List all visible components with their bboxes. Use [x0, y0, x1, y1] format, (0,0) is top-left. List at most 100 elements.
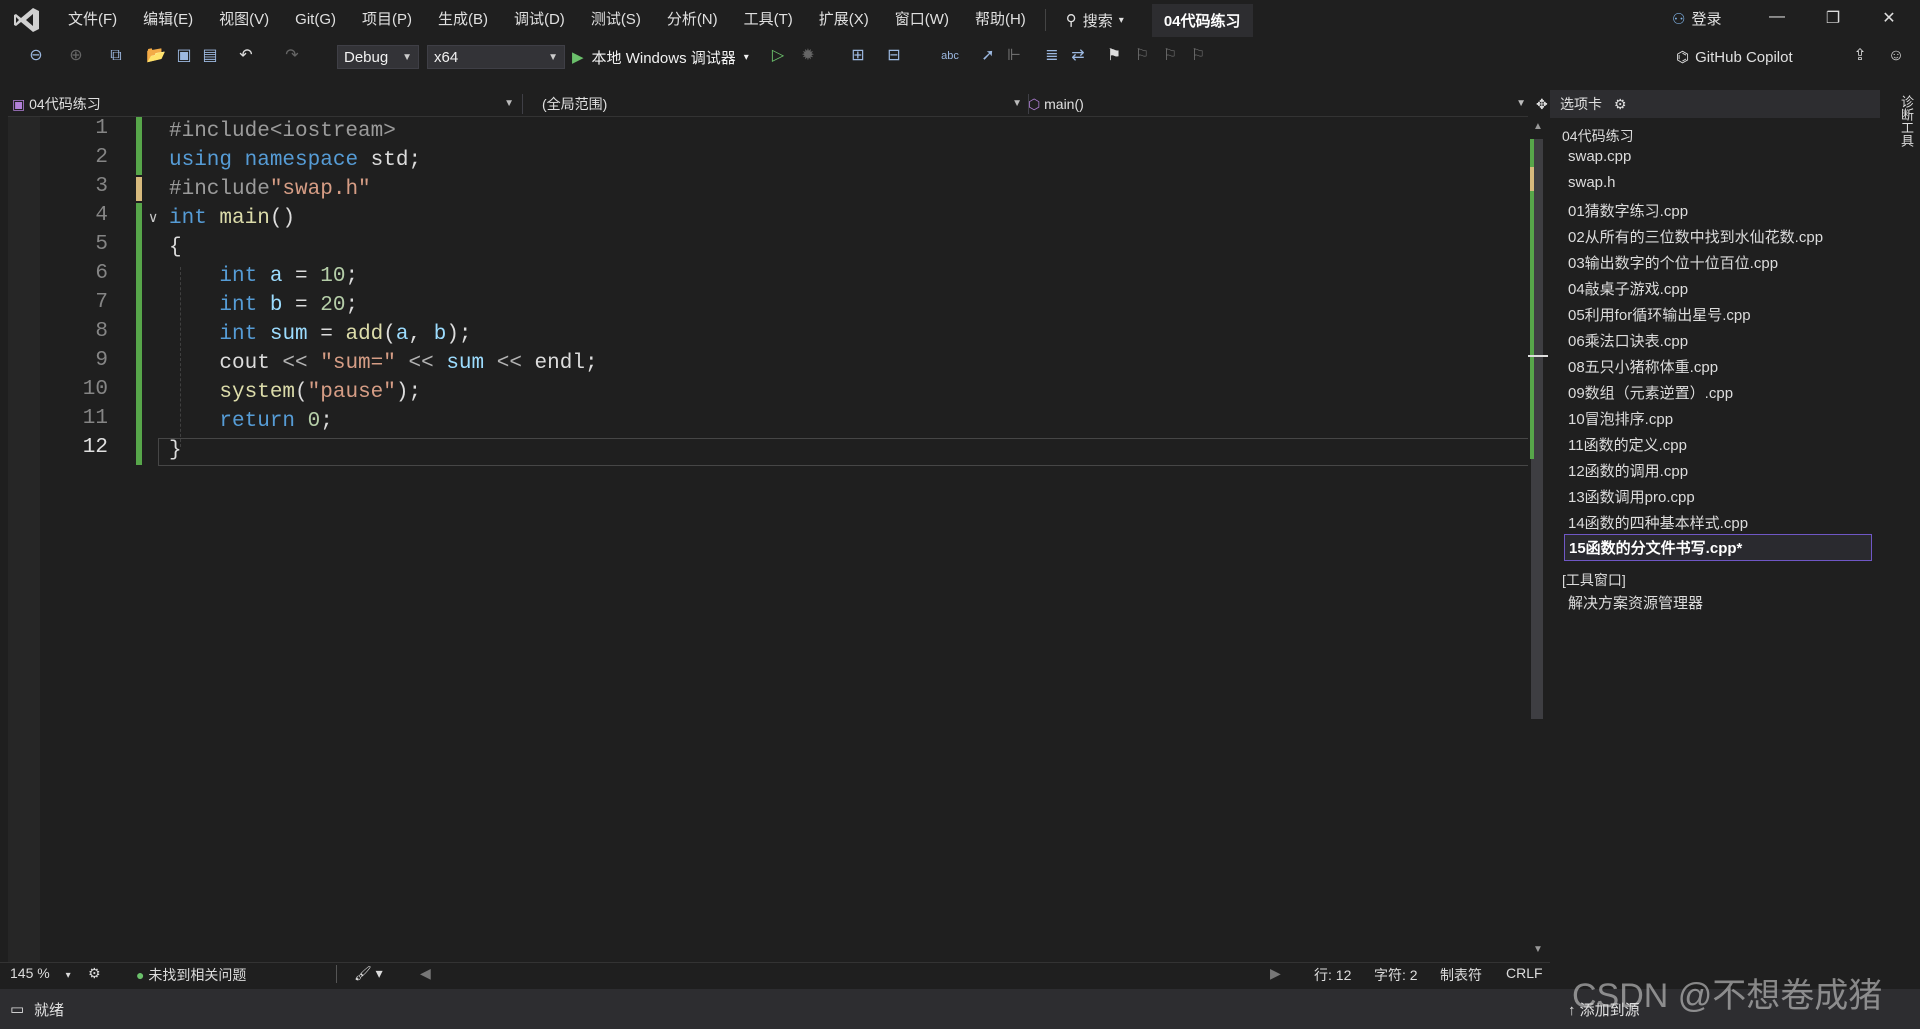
- open-file-item[interactable]: 14函数的四种基本样式.cpp: [1568, 512, 1748, 533]
- issues-indicator[interactable]: ● 未找到相关问题: [136, 965, 246, 985]
- comment-icon[interactable]: ≣: [1042, 46, 1062, 66]
- platform-select[interactable]: x64 ▼: [427, 45, 565, 69]
- spell-check-icon[interactable]: abc: [940, 46, 960, 66]
- scope-dropdown[interactable]: (全局范围) ▼: [542, 94, 1026, 114]
- menu-item[interactable]: 生成(B): [425, 0, 501, 40]
- hot-reload-icon[interactable]: ✹: [798, 46, 818, 66]
- close-icon[interactable]: ✕: [1874, 8, 1904, 28]
- line-ending-indicator[interactable]: CRLF: [1506, 965, 1543, 981]
- intellicode-icon[interactable]: ⚙: [88, 965, 101, 982]
- new-item-icon[interactable]: ⧉: [106, 46, 126, 66]
- feedback-icon[interactable]: ☺: [1886, 46, 1906, 66]
- menu-item[interactable]: 分析(N): [654, 0, 731, 40]
- undo-icon[interactable]: ↶: [236, 46, 256, 66]
- member-dropdown[interactable]: ⬡ main() ▼: [1028, 94, 1530, 114]
- menu-item[interactable]: 项目(P): [349, 0, 425, 40]
- format-icon[interactable]: ⊩: [1004, 46, 1024, 66]
- search-button[interactable]: ⚲ 搜索 ▾: [1052, 10, 1138, 31]
- save-icon[interactable]: ▣: [174, 46, 194, 66]
- active-file-item[interactable]: 15函数的分文件书写.cpp*: [1564, 534, 1872, 561]
- menu-item[interactable]: 编辑(E): [130, 0, 206, 40]
- open-file-item[interactable]: 05利用for循环输出星号.cpp: [1568, 304, 1751, 325]
- menu-item[interactable]: 文件(F): [55, 0, 130, 40]
- scroll-right-icon[interactable]: ▶: [1270, 965, 1281, 982]
- scroll-down-icon[interactable]: ▼: [1533, 944, 1543, 955]
- menu-item[interactable]: 调试(D): [501, 0, 578, 40]
- line-number: 12: [82, 436, 108, 459]
- bookmark-icon[interactable]: ⚑: [1104, 46, 1124, 66]
- gear-icon[interactable]: ⚙: [1614, 96, 1627, 112]
- menu-item[interactable]: 视图(V): [206, 0, 282, 40]
- open-folder-icon[interactable]: 📂: [146, 46, 166, 66]
- menu-item[interactable]: Git(G): [282, 0, 349, 40]
- platform-value: x64: [434, 49, 459, 66]
- code-token: std;: [358, 149, 422, 172]
- configuration-select[interactable]: Debug ▼: [337, 45, 419, 69]
- open-file-item[interactable]: 09数组（元素逆置）.cpp: [1568, 382, 1733, 403]
- collapse-chevron-icon[interactable]: ∨: [148, 209, 158, 226]
- open-file-item[interactable]: 10冒泡排序.cpp: [1568, 408, 1673, 429]
- solution-explorer-item[interactable]: 解决方案资源管理器: [1568, 592, 1703, 613]
- restore-icon[interactable]: ❐: [1818, 8, 1848, 28]
- menu-item[interactable]: 扩展(X): [806, 0, 882, 40]
- open-file-item[interactable]: 04敲桌子游戏.cpp: [1568, 278, 1688, 299]
- browse-icon[interactable]: ⊞: [848, 46, 868, 66]
- bookmark-clear-icon[interactable]: ⚐: [1188, 46, 1208, 66]
- zoom-level[interactable]: 145 % ▾: [10, 965, 71, 981]
- menu-item[interactable]: 工具(T): [731, 0, 806, 40]
- method-icon: ⬡: [1028, 96, 1041, 112]
- code-token: int: [219, 294, 258, 317]
- open-file-item[interactable]: 11函数的定义.cpp: [1568, 434, 1687, 455]
- github-copilot-button[interactable]: ⌬ GitHub Copilot: [1676, 48, 1793, 67]
- navigate-back-icon[interactable]: ⊖: [26, 46, 46, 66]
- open-file-item[interactable]: 12函数的调用.cpp: [1568, 460, 1688, 481]
- share-icon[interactable]: ⇪: [1850, 46, 1870, 66]
- open-file-item[interactable]: 03输出数字的个位十位百位.cpp: [1568, 252, 1778, 273]
- menu-item[interactable]: 窗口(W): [882, 0, 962, 40]
- window-layout-icon[interactable]: ⊟: [884, 46, 904, 66]
- bookmark-prev-icon[interactable]: ⚐: [1132, 46, 1152, 66]
- pointer-icon[interactable]: ➚: [978, 46, 998, 66]
- code-token: using: [169, 149, 233, 172]
- uncomment-icon[interactable]: ⇄: [1068, 46, 1088, 66]
- editor-status-bar: 145 % ▾ ⚙ ● 未找到相关问题 🖌 ▾ ◀ ▶ 行: 12 字符: 2 …: [0, 962, 1550, 985]
- line-indicator[interactable]: 行: 12: [1314, 965, 1351, 985]
- start-debugging-button[interactable]: ▶ 本地 Windows 调试器 ▾: [572, 45, 749, 69]
- open-file-item[interactable]: 13函数调用pro.cpp: [1568, 486, 1695, 507]
- code-editor[interactable]: 1 2 3 4 5 6 7 8 9 10 11 12 ∨ #include<iostream> usin…: [8, 117, 1530, 962]
- open-file-item[interactable]: 02从所有的三位数中找到水仙花数.cpp: [1568, 226, 1823, 247]
- code-token: (): [269, 207, 296, 230]
- visual-studio-logo-icon[interactable]: [13, 6, 41, 34]
- vertical-scrollbar[interactable]: ▲ ▼: [1528, 117, 1548, 962]
- code-token: namespace: [244, 149, 359, 172]
- status-icon: ▭: [10, 1001, 25, 1018]
- open-file-item[interactable]: 06乘法口诀表.cpp: [1568, 330, 1688, 351]
- scroll-left-icon[interactable]: ◀: [420, 965, 431, 982]
- bookmark-next-icon[interactable]: ⚐: [1160, 46, 1180, 66]
- line-number: 3: [95, 175, 108, 198]
- redo-icon[interactable]: ↷: [282, 46, 302, 66]
- save-all-icon[interactable]: ▤: [200, 46, 220, 66]
- open-file-item[interactable]: 01猜数字练习.cpp: [1568, 200, 1688, 221]
- code-token: sum: [446, 352, 485, 375]
- menu-item[interactable]: 帮助(H): [962, 0, 1039, 40]
- minimize-icon[interactable]: —: [1762, 8, 1792, 26]
- cleanup-icon[interactable]: 🖌 ▾: [354, 965, 383, 982]
- open-file-item[interactable]: 08五只小猪称体重.cpp: [1568, 356, 1718, 377]
- panel-title: 选项卡: [1560, 96, 1602, 112]
- scroll-up-icon[interactable]: ▲: [1533, 121, 1543, 132]
- login-button[interactable]: ⚇ 登录: [1672, 8, 1721, 29]
- start-without-debugging-icon[interactable]: ▷: [768, 46, 788, 66]
- indentation-indicator[interactable]: 制表符: [1440, 965, 1482, 985]
- open-file-item[interactable]: swap.h: [1568, 174, 1616, 191]
- navigate-forward-icon[interactable]: ⊕: [66, 46, 86, 66]
- project-dropdown[interactable]: ▣ 04代码练习 ▼: [12, 94, 518, 114]
- code-token: ;: [345, 265, 359, 288]
- open-file-item[interactable]: swap.cpp: [1568, 148, 1631, 165]
- diagnostic-tools-tab[interactable]: 诊断工具: [1888, 86, 1916, 156]
- column-indicator[interactable]: 字符: 2: [1374, 965, 1418, 985]
- menu-item[interactable]: 测试(S): [578, 0, 654, 40]
